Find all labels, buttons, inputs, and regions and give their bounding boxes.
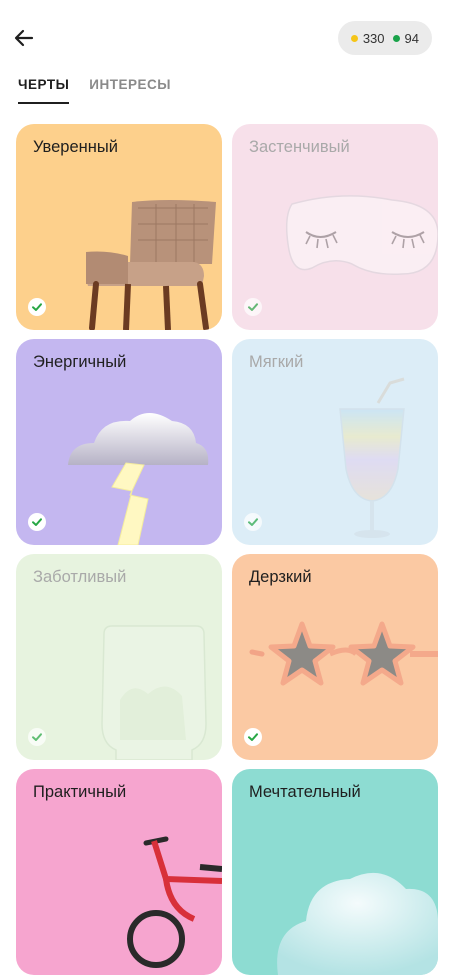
coin-count: 330 — [362, 30, 385, 46]
check-icon — [28, 513, 46, 531]
back-button[interactable] — [10, 24, 38, 52]
top-bar: 330 94 — [0, 0, 452, 76]
trait-card-caring[interactable]: Заботливый — [16, 554, 222, 760]
check-icon — [244, 298, 262, 316]
trait-card-energetic[interactable]: Энергичный — [16, 339, 222, 545]
trait-label: Практичный — [33, 783, 127, 801]
trait-label: Уверенный — [33, 138, 118, 156]
check-icon — [28, 728, 46, 746]
trait-label: Дерзкий — [249, 568, 312, 586]
trait-card-practical[interactable]: Практичный — [16, 769, 222, 975]
trait-card-confident[interactable]: Уверенный — [16, 124, 222, 330]
trait-label: Мягкий — [249, 353, 304, 371]
check-icon — [244, 728, 262, 746]
trait-label: Застенчивый — [249, 138, 350, 156]
trait-card-soft[interactable]: Мягкий — [232, 339, 438, 545]
trait-card-bold[interactable]: Дерзкий — [232, 554, 438, 760]
gold-coin-icon — [350, 34, 358, 42]
trait-label: Мечтательный — [249, 783, 361, 801]
arrow-left-icon — [14, 29, 34, 47]
currency-balance[interactable]: 330 94 — [337, 21, 432, 55]
gem-balance: 94 — [392, 30, 419, 46]
trait-label: Заботливый — [33, 568, 127, 586]
check-icon — [28, 298, 46, 316]
check-icon — [244, 513, 262, 531]
trait-card-shy[interactable]: Застенчивый — [232, 124, 438, 330]
trait-label: Энергичный — [33, 353, 127, 371]
tab-bar: ЧЕРТЫ ИНТЕРЕСЫ — [18, 76, 191, 104]
trait-card-dreamy[interactable]: Мечтательный — [232, 769, 438, 975]
tab-interests[interactable]: ИНТЕРЕСЫ — [89, 76, 171, 102]
tab-traits[interactable]: ЧЕРТЫ — [18, 76, 70, 104]
green-gem-icon — [392, 34, 400, 42]
coin-balance: 330 — [350, 30, 385, 46]
gem-count: 94 — [404, 30, 419, 46]
